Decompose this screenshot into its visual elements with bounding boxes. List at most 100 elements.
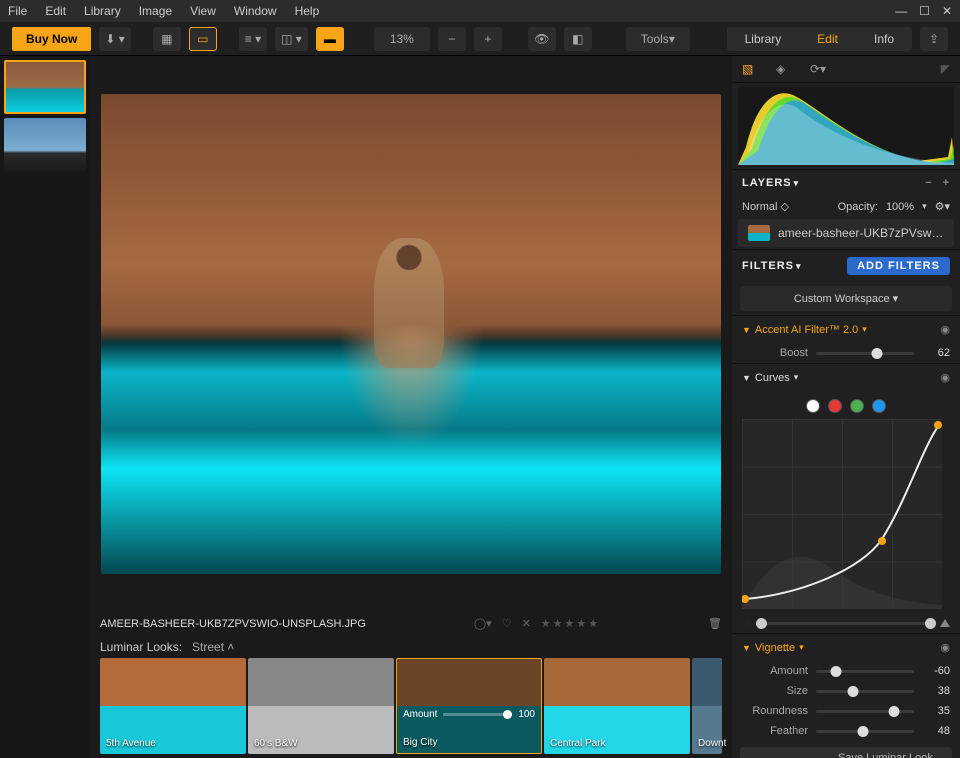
grid-view-button[interactable]: ▦ xyxy=(153,27,181,51)
menu-view[interactable]: View xyxy=(190,4,216,18)
history-tab-icon[interactable]: ⟳▾ xyxy=(810,62,828,76)
looks-strip: 5th Avenue 60's B&W Amount100 Big City C… xyxy=(90,658,732,758)
minimize-icon[interactable]: — xyxy=(895,4,907,18)
boost-slider[interactable] xyxy=(816,352,914,355)
look-preset-3[interactable]: Amount100 Big City xyxy=(396,658,542,754)
look-preset-1[interactable]: 5th Avenue xyxy=(100,658,246,754)
curve-channel-rgb[interactable] xyxy=(806,399,820,413)
layer-name: ameer-basheer-UKB7zPVswIo-uns... xyxy=(778,226,944,240)
vignette-feather-slider[interactable] xyxy=(816,730,914,733)
vignette-visibility-icon[interactable]: ◉ xyxy=(940,641,950,654)
buy-now-button[interactable]: Buy Now xyxy=(12,27,91,51)
preview-toggle-button[interactable]: 👁 xyxy=(528,27,556,51)
blend-mode-dropdown[interactable]: Normal ◇ xyxy=(742,200,789,213)
vignette-roundness-slider[interactable] xyxy=(816,710,914,713)
zoom-in-button[interactable]: + xyxy=(474,27,502,51)
trash-icon[interactable]: 🗑 xyxy=(708,617,722,630)
look-preset-5[interactable]: Downt xyxy=(692,658,722,754)
tab-info[interactable]: Info xyxy=(856,27,912,51)
compare-button[interactable]: ◫ ▾ xyxy=(275,27,308,51)
curves-graph[interactable] xyxy=(742,419,942,609)
favorite-icon[interactable]: ♡ xyxy=(502,617,512,630)
menu-image[interactable]: Image xyxy=(139,4,172,18)
histogram-tab-icon[interactable]: ▧ xyxy=(742,62,760,76)
layer-thumb-icon xyxy=(748,225,770,241)
histogram-left-clip-icon[interactable]: ◤ xyxy=(941,62,950,76)
curves-header[interactable]: ▼Curves▾ ◉ xyxy=(732,364,960,391)
look-preset-2[interactable]: 60's B&W xyxy=(248,658,394,754)
vignette-size-label: Size xyxy=(742,685,808,697)
menu-edit[interactable]: Edit xyxy=(45,4,66,18)
before-after-button[interactable]: ◧ xyxy=(564,27,592,51)
layer-item[interactable]: ameer-basheer-UKB7zPVswIo-uns... xyxy=(738,219,954,247)
filmstrip xyxy=(0,56,90,758)
maximize-icon[interactable]: ☐ xyxy=(919,4,930,18)
zoom-out-button[interactable]: − xyxy=(438,27,466,51)
layers-tab-icon[interactable]: ◈ xyxy=(776,62,794,76)
tab-library[interactable]: Library xyxy=(727,27,800,51)
photo-preview xyxy=(101,94,721,574)
layer-add-icon[interactable]: + xyxy=(943,177,950,189)
mode-tabs: Library Edit Info xyxy=(727,27,912,51)
menu-bar: File Edit Library Image View Window Help… xyxy=(0,0,960,22)
zoom-level[interactable]: 13% xyxy=(374,27,430,51)
menu-window[interactable]: Window xyxy=(234,4,277,18)
file-info-bar: AMEER-BASHEER-UKB7ZPVSWIO-UNSPLASH.JPG ◯… xyxy=(90,611,732,636)
filename-label: AMEER-BASHEER-UKB7ZPVSWIO-UNSPLASH.JPG xyxy=(100,618,366,630)
black-point-icon[interactable] xyxy=(742,619,752,627)
opacity-label: Opacity: xyxy=(838,201,878,213)
curves-range-slider[interactable] xyxy=(732,613,960,633)
looks-title: Luminar Looks: xyxy=(100,640,182,654)
look-preset-4[interactable]: Central Park xyxy=(544,658,690,754)
layer-settings-icon[interactable]: ⚙▾ xyxy=(935,200,950,213)
looks-bar: Luminar Looks: Street ˄ xyxy=(90,636,732,658)
curve-channel-red[interactable] xyxy=(828,399,842,413)
boost-label: Boost xyxy=(742,347,808,359)
filmstrip-button[interactable]: ▬ xyxy=(316,27,344,51)
export-button[interactable]: ⬇ ▾ xyxy=(99,27,130,51)
close-icon[interactable]: ✕ xyxy=(942,4,952,18)
vignette-amount-slider[interactable] xyxy=(816,670,914,673)
white-point-icon[interactable] xyxy=(940,619,950,627)
menu-library[interactable]: Library xyxy=(84,4,121,18)
add-filters-button[interactable]: Add Filters xyxy=(847,257,950,275)
curve-channel-blue[interactable] xyxy=(872,399,886,413)
thumbnail-2[interactable] xyxy=(4,118,86,172)
list-mode-button[interactable]: ≡ ▾ xyxy=(239,27,267,51)
canvas[interactable] xyxy=(90,56,732,611)
color-tag-icon[interactable]: ◯▾ xyxy=(474,617,492,630)
tab-edit[interactable]: Edit xyxy=(799,27,856,51)
layer-remove-icon[interactable]: − xyxy=(925,177,932,189)
vignette-size-slider[interactable] xyxy=(816,690,914,693)
histogram[interactable] xyxy=(738,87,954,165)
layers-header[interactable]: LAYERS▾ −+ xyxy=(732,170,960,196)
vignette-feather-label: Feather xyxy=(742,725,808,737)
curves-visibility-icon[interactable]: ◉ xyxy=(940,371,950,384)
reject-icon[interactable]: ✕ xyxy=(522,617,531,630)
curve-channel-green[interactable] xyxy=(850,399,864,413)
save-look-button[interactable]: Save Luminar Look... xyxy=(740,747,952,758)
accent-ai-header[interactable]: ▼Accent AI Filter™ 2.0▾ ◉ xyxy=(732,316,960,343)
vignette-feather-value: 48 xyxy=(922,725,950,737)
right-panel: ▧ ◈ ⟳▾ ◤ LAYERS▾ −+ Normal ◇ Opacity: xyxy=(732,56,960,758)
accent-visibility-icon[interactable]: ◉ xyxy=(940,323,950,336)
vignette-roundness-label: Roundness xyxy=(742,705,808,717)
menu-help[interactable]: Help xyxy=(295,4,320,18)
looks-category-dropdown[interactable]: Street ˄ xyxy=(192,640,234,654)
vignette-amount-value: -60 xyxy=(922,665,950,677)
vignette-size-value: 38 xyxy=(922,685,950,697)
filters-header[interactable]: FILTERS▾ Add Filters xyxy=(732,250,960,282)
single-view-button[interactable]: ▭ xyxy=(189,27,217,51)
toolbar: Buy Now ⬇ ▾ ▦ ▭ ≡ ▾ ◫ ▾ ▬ 13% − + 👁 ◧ To… xyxy=(0,22,960,56)
thumbnail-1[interactable] xyxy=(4,60,86,114)
tools-menu[interactable]: Tools ▾ xyxy=(626,27,690,51)
vignette-header[interactable]: ▼Vignette▾ ◉ xyxy=(732,634,960,661)
boost-value: 62 xyxy=(922,347,950,359)
menu-file[interactable]: File xyxy=(8,4,27,18)
workspace-dropdown[interactable]: Custom Workspace ▾ xyxy=(740,286,952,311)
opacity-value[interactable]: 100% xyxy=(886,201,914,213)
share-button[interactable]: ⇪ xyxy=(920,27,948,51)
rating-stars[interactable]: ★★★★★ xyxy=(541,617,600,630)
vignette-roundness-value: 35 xyxy=(922,705,950,717)
vignette-amount-label: Amount xyxy=(742,665,808,677)
